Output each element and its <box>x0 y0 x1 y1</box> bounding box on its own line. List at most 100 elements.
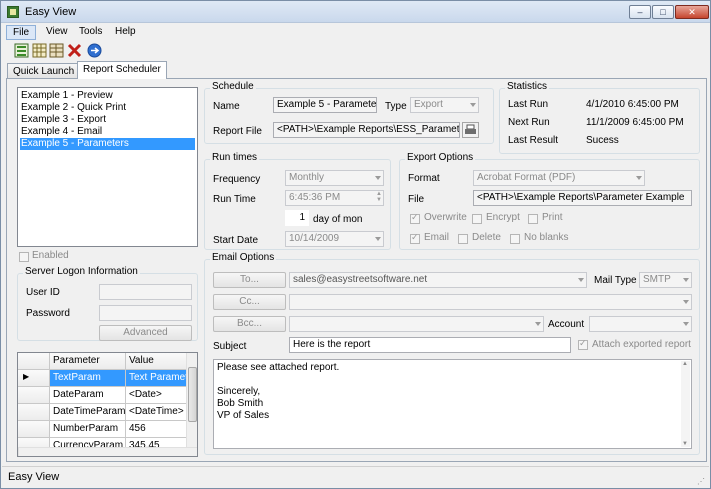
mail-type-value: SMTP <box>643 274 671 285</box>
list-item[interactable]: Example 2 - Quick Print <box>20 102 195 114</box>
menu-tools[interactable]: Tools <box>73 25 108 40</box>
table-cell[interactable]: Text Parameter <box>126 370 188 387</box>
mail-type-combo[interactable]: SMTP <box>639 272 692 288</box>
advanced-button[interactable]: Advanced <box>99 325 192 341</box>
print-label: Print <box>542 212 563 223</box>
statistics-group: Statistics Last Run 4/1/2010 6:45:00 PM … <box>499 81 700 154</box>
close-button[interactable]: ✕ <box>675 5 709 19</box>
table-cell[interactable]: DateTimeParam <box>50 404 126 421</box>
email-checkbox[interactable] <box>410 232 420 244</box>
run-time-picker[interactable]: 6:45:36 PM ▲ ▼ <box>285 190 384 206</box>
report-file-field[interactable]: <PATH>\Example Reports\ESS_Parameters.rp… <box>273 122 460 138</box>
new-report-icon[interactable] <box>14 43 29 58</box>
menu-bar: File View Tools Help <box>2 24 709 41</box>
table-cell[interactable]: <Date> <box>126 387 188 404</box>
status-bar: Easy View ⋰ <box>2 466 709 488</box>
name-field[interactable]: Example 5 - Parameters <box>273 97 377 113</box>
encrypt-checkbox[interactable] <box>472 214 482 224</box>
run-icon[interactable] <box>87 43 102 58</box>
frequency-combo[interactable]: Monthly <box>285 170 384 186</box>
overwrite-checkbox[interactable] <box>410 212 420 224</box>
start-date-picker[interactable]: 10/14/2009 <box>285 231 384 247</box>
maximize-button[interactable]: □ <box>652 5 674 19</box>
bcc-combo[interactable] <box>289 316 544 332</box>
type-combo[interactable]: Export <box>410 97 479 113</box>
format-combo[interactable]: Acrobat Format (PDF) <box>473 170 645 186</box>
list-item[interactable]: Example 5 - Parameters <box>20 138 195 150</box>
scroll-up-icon[interactable]: ▲ <box>682 361 688 367</box>
list-item[interactable]: Example 1 - Preview <box>20 90 195 102</box>
parameter-header[interactable]: Parameter <box>50 353 126 370</box>
server-logon-group: Server Logon Information User ID Passwor… <box>17 266 198 341</box>
list-item[interactable]: Example 4 - Email <box>20 126 195 138</box>
app-logo-icon <box>7 6 19 18</box>
resize-grip-icon[interactable]: ⋰ <box>697 477 705 486</box>
table-cell[interactable]: DateParam <box>50 387 126 404</box>
grid-horizontal-scrollbar[interactable] <box>18 447 197 456</box>
last-result-label: Last Result <box>508 135 559 146</box>
report-list-icon[interactable] <box>49 43 64 58</box>
cc-combo[interactable] <box>289 294 692 310</box>
attach-exported-checkbox[interactable] <box>578 338 588 350</box>
last-result-value: Sucess <box>586 135 619 146</box>
day-number-field[interactable]: 1 <box>285 210 309 226</box>
minimize-button[interactable]: – <box>629 5 651 19</box>
type-value: Export <box>414 99 443 110</box>
list-item[interactable]: Example 3 - Export <box>20 114 195 126</box>
delete-checkbox[interactable] <box>458 234 468 244</box>
scroll-down-icon[interactable]: ▼ <box>682 441 688 447</box>
grid-vertical-scrollbar[interactable] <box>186 353 197 447</box>
user-id-field[interactable] <box>99 284 192 300</box>
report-grid-icon[interactable] <box>32 43 47 58</box>
export-file-field[interactable]: <PATH>\Example Reports\Parameter Example <box>473 190 692 206</box>
delete-icon[interactable] <box>67 43 82 58</box>
subject-field[interactable]: Here is the report <box>289 337 571 353</box>
printer-icon[interactable] <box>462 122 479 138</box>
chevron-down-icon <box>535 322 541 326</box>
body-line: Sincerely, <box>217 386 261 397</box>
email-body-textarea[interactable]: Please see attached report. Sincerely, B… <box>213 359 692 449</box>
body-line: VP of Sales <box>217 410 270 421</box>
export-options-title: Export Options <box>405 152 476 163</box>
current-row-marker-icon: ▶ <box>18 370 50 387</box>
run-time-value: 6:45:36 PM <box>289 192 341 203</box>
chevron-down-icon <box>683 278 689 282</box>
to-button[interactable]: To... <box>213 272 286 288</box>
report-list[interactable]: Example 1 - Preview Example 2 - Quick Pr… <box>17 87 198 247</box>
cc-button[interactable]: Cc... <box>213 294 286 310</box>
delete-label: Delete <box>472 232 501 243</box>
to-combo[interactable]: sales@easystreetsoftware.net <box>289 272 587 288</box>
chevron-down-icon <box>636 176 642 180</box>
print-checkbox[interactable] <box>528 214 538 224</box>
menu-view[interactable]: View <box>40 25 74 40</box>
run-time-label: Run Time <box>213 194 256 205</box>
row-header <box>18 387 50 404</box>
day-of-label: day of mon <box>313 214 363 225</box>
tab-strip: Quick Launch Report Scheduler <box>2 61 709 79</box>
format-label: Format <box>408 173 440 184</box>
grid-scroll-thumb[interactable] <box>188 367 197 422</box>
frequency-label: Frequency <box>213 174 261 185</box>
table-cell[interactable]: TextParam <box>50 370 126 387</box>
table-cell[interactable]: 456 <box>126 421 188 438</box>
value-header[interactable]: Value <box>126 353 188 370</box>
table-cell[interactable]: NumberParam <box>50 421 126 438</box>
menu-help[interactable]: Help <box>109 25 142 40</box>
no-blanks-checkbox[interactable] <box>510 234 520 244</box>
tab-report-scheduler[interactable]: Report Scheduler <box>77 61 167 79</box>
parameter-grid[interactable]: Parameter Value ▶ TextParam Text Paramet… <box>17 352 198 457</box>
account-combo[interactable] <box>589 316 692 332</box>
bcc-button[interactable]: Bcc... <box>213 316 286 332</box>
tab-quick-launch[interactable]: Quick Launch <box>7 63 81 79</box>
to-value: sales@easystreetsoftware.net <box>293 274 428 285</box>
last-run-value: 4/1/2010 6:45:00 PM <box>586 99 679 110</box>
spin-buttons-icon[interactable]: ▲ ▼ <box>376 191 382 203</box>
schedule-group: Schedule Name Example 5 - Parameters Typ… <box>204 81 494 144</box>
status-text: Easy View <box>8 471 60 483</box>
table-cell[interactable]: <DateTime> <box>126 404 188 421</box>
password-field[interactable] <box>99 305 192 321</box>
menu-file[interactable]: File <box>6 25 37 40</box>
enabled-checkbox[interactable] <box>19 252 29 262</box>
body-scrollbar[interactable]: ▲ ▼ <box>681 361 690 447</box>
chevron-down-icon <box>470 103 476 107</box>
